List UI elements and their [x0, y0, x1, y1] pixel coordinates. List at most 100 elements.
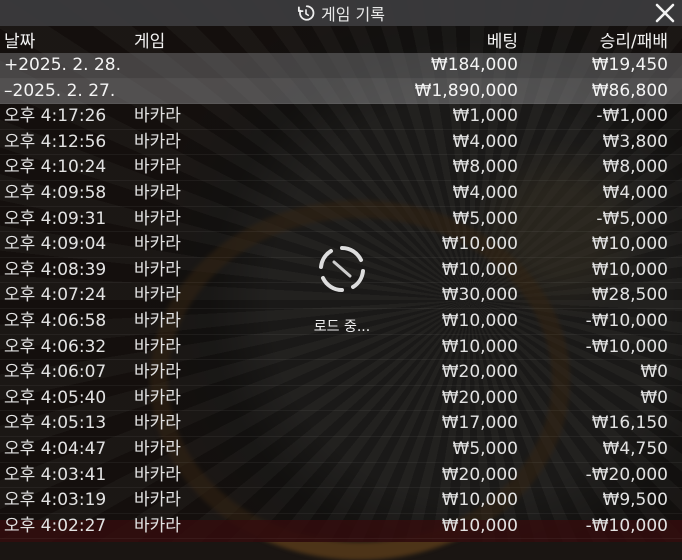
row-time: 오후 4:09:58	[4, 182, 107, 203]
row-game: 바카라	[134, 490, 181, 511]
row-game: 바카라	[134, 157, 181, 178]
row-game: 바카라	[134, 336, 181, 357]
row-bet: ₩30,000	[441, 285, 518, 306]
day-row-expandable[interactable]: +2025. 2. 28. ₩184,000 ₩19,450	[0, 53, 682, 79]
day-date: +2025. 2. 28.	[4, 55, 121, 75]
row-win-loss: ₩28,500	[591, 285, 668, 306]
row-time: 오후 4:17:26	[4, 106, 107, 127]
row-win-loss: ₩0	[640, 387, 668, 408]
row-game: 바카라	[134, 131, 181, 152]
row-game: 바카라	[134, 387, 181, 408]
game-history-titlebar: 게임 기록	[0, 0, 682, 26]
row-bet: ₩10,000	[441, 310, 518, 331]
row-bet: ₩5,000	[452, 208, 518, 229]
table-row[interactable]: 오후 4:10:24 바카라 ₩8,000 ₩8,000	[0, 155, 682, 181]
row-win-loss: -₩10,000	[585, 515, 668, 536]
row-win-loss: -₩20,000	[585, 464, 668, 485]
row-time: 오후 4:02:27	[4, 515, 107, 536]
close-icon	[655, 3, 675, 23]
loading-text: 로드 중...	[313, 319, 371, 335]
row-game: 바카라	[134, 362, 181, 383]
title-text: 게임 기록	[321, 5, 385, 24]
row-game: 바카라	[134, 285, 181, 306]
row-game: 바카라	[134, 182, 181, 203]
table-header: 날짜 게임 베팅 승리/패배	[0, 27, 682, 53]
row-win-loss: -₩10,000	[585, 336, 668, 357]
row-win-loss: ₩3,800	[602, 131, 668, 152]
day-bet-total: ₩1,890,000	[414, 80, 518, 101]
row-bet: ₩8,000	[452, 157, 518, 178]
row-game: 바카라	[134, 259, 181, 280]
row-game: 바카라	[134, 413, 181, 434]
loading-spinner-icon	[319, 245, 365, 293]
row-win-loss: -₩10,000	[585, 310, 668, 331]
row-win-loss: ₩4,000	[602, 182, 668, 203]
row-time: 오후 4:05:40	[4, 387, 107, 408]
row-bet: ₩17,000	[441, 413, 518, 434]
table-row[interactable]: 오후 4:09:31 바카라 ₩5,000 -₩5,000	[0, 207, 682, 233]
column-header-date[interactable]: 날짜	[4, 27, 35, 52]
row-game: 바카라	[134, 464, 181, 485]
row-time: 오후 4:06:32	[4, 336, 107, 357]
row-bet: ₩10,000	[441, 259, 518, 280]
row-game: 바카라	[134, 234, 181, 255]
row-time: 오후 4:07:24	[4, 285, 107, 306]
row-win-loss: ₩9,500	[602, 490, 668, 511]
table-row[interactable]: 오후 4:04:47 바카라 ₩5,000 ₩4,750	[0, 437, 682, 463]
row-bet: ₩10,000	[441, 336, 518, 357]
row-win-loss: ₩8,000	[602, 157, 668, 178]
row-bet: ₩10,000	[441, 515, 518, 536]
row-game: 바카라	[134, 106, 181, 127]
row-time: 오후 4:04:47	[4, 438, 107, 459]
close-button[interactable]	[652, 0, 678, 26]
row-time: 오후 4:05:13	[4, 413, 107, 434]
row-game: 바카라	[134, 208, 181, 229]
table-row[interactable]: 오후 4:03:41 바카라 ₩20,000 -₩20,000	[0, 463, 682, 489]
table-row[interactable]: 오후 4:02:27 바카라 ₩10,000 -₩10,000	[0, 514, 682, 540]
row-bet: ₩4,000	[452, 131, 518, 152]
row-win-loss: ₩10,000	[591, 259, 668, 280]
row-win-loss: -₩5,000	[596, 208, 668, 229]
row-win-loss: -₩1,000	[596, 106, 668, 127]
row-time: 오후 4:06:58	[4, 310, 107, 331]
table-row[interactable]: 오후 4:05:13 바카라 ₩17,000 ₩16,150	[0, 411, 682, 437]
row-time: 오후 4:08:39	[4, 259, 107, 280]
column-header-win-loss[interactable]: 승리/패배	[600, 27, 668, 52]
row-game: 바카라	[134, 310, 181, 331]
column-header-bet[interactable]: 베팅	[487, 27, 518, 52]
row-time: 오후 4:12:56	[4, 131, 107, 152]
row-time: 오후 4:10:24	[4, 157, 107, 178]
table-row[interactable]: 오후 4:05:40 바카라 ₩20,000 ₩0	[0, 386, 682, 412]
row-win-loss: ₩16,150	[591, 413, 668, 434]
page-title: 게임 기록	[297, 1, 385, 25]
table-row[interactable]: 오후 4:09:58 바카라 ₩4,000 ₩4,000	[0, 181, 682, 207]
row-time: 오후 4:06:07	[4, 362, 107, 383]
table-row[interactable]: 오후 4:06:07 바카라 ₩20,000 ₩0	[0, 360, 682, 386]
column-header-game[interactable]: 게임	[134, 27, 165, 52]
table-row[interactable]: 오후 4:12:56 바카라 ₩4,000 ₩3,800	[0, 130, 682, 156]
day-row-expanded[interactable]: –2025. 2. 27. ₩1,890,000 ₩86,800	[0, 78, 682, 105]
row-game: 바카라	[134, 438, 181, 459]
table-row[interactable]: 오후 4:17:26 바카라 ₩1,000 -₩1,000	[0, 104, 682, 130]
day-win-loss-total: ₩86,800	[591, 80, 668, 101]
row-win-loss: ₩4,750	[602, 438, 668, 459]
day-date: –2025. 2. 27.	[4, 80, 116, 101]
day-bet-total: ₩184,000	[430, 55, 518, 75]
table-row[interactable]: 오후 4:03:19 바카라 ₩10,000 ₩9,500	[0, 488, 682, 514]
row-win-loss: ₩0	[640, 362, 668, 383]
row-time: 오후 4:03:19	[4, 490, 107, 511]
row-win-loss: ₩10,000	[591, 234, 668, 255]
row-time: 오후 4:09:31	[4, 208, 107, 229]
row-bet: ₩20,000	[441, 387, 518, 408]
row-bet: ₩5,000	[452, 438, 518, 459]
row-bet: ₩20,000	[441, 464, 518, 485]
row-bet: ₩10,000	[441, 490, 518, 511]
loading-indicator: 로드 중...	[300, 240, 384, 350]
history-icon	[297, 4, 315, 22]
row-bet: ₩4,000	[452, 182, 518, 203]
row-game: 바카라	[134, 515, 181, 536]
row-bet: ₩10,000	[441, 234, 518, 255]
row-bet: ₩1,000	[452, 106, 518, 127]
row-time: 오후 4:09:04	[4, 234, 107, 255]
day-win-loss-total: ₩19,450	[591, 55, 668, 75]
